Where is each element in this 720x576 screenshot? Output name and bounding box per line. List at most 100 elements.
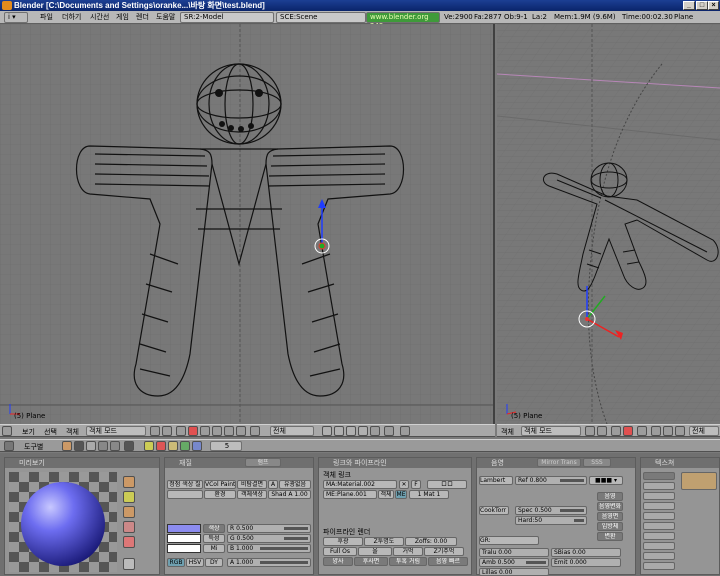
shadeless-button[interactable]: 유광없음 [279, 480, 311, 489]
draw-type-icon[interactable] [150, 426, 160, 436]
menu-game[interactable]: 게임 [116, 11, 129, 24]
toon-dropdown[interactable]: ■■■ ▾ [589, 476, 623, 485]
spec-shader-dropdown[interactable]: CookTorr [479, 506, 509, 515]
menu-help[interactable]: 도움말 [156, 11, 175, 24]
rotate-icon[interactable] [200, 426, 210, 436]
obcolor-button[interactable]: 객체색상 [237, 490, 267, 499]
link-mesh-button[interactable]: ME [395, 490, 407, 499]
mirror-swatch[interactable] [167, 544, 201, 553]
layer-1[interactable] [322, 426, 332, 436]
texture-channel-8[interactable] [643, 542, 675, 550]
menu-file[interactable]: 파일 [40, 11, 53, 24]
texture-channel-4[interactable] [643, 502, 675, 510]
menu-timeline[interactable]: 시간선 [90, 11, 109, 24]
mesh-name-field[interactable]: ME:Plane.001 [323, 490, 377, 499]
zinvert-button[interactable]: Z기주먹 [424, 547, 464, 556]
window-type-button[interactable]: i ▾ [4, 12, 28, 23]
viewport-perspective-canvas[interactable]: (5) Plane [497, 24, 720, 424]
logic-context-icon[interactable] [62, 441, 72, 451]
render-icon[interactable] [250, 426, 260, 436]
group-field[interactable]: GR: [479, 536, 539, 545]
a-button[interactable]: A [268, 480, 278, 489]
object-context-icon[interactable] [98, 441, 108, 451]
menu-render[interactable]: 렌더 [136, 11, 149, 24]
shadbuf-button[interactable]: 음영 빠르 [428, 557, 468, 566]
texture-channel-2[interactable] [643, 482, 675, 490]
menu-object-right[interactable]: 객체 [501, 426, 514, 438]
material-name-field[interactable]: MA:Material.002 [323, 480, 397, 489]
env-button[interactable]: 환경 [204, 490, 236, 499]
material-panel-tab[interactable]: 램프 [245, 458, 281, 467]
script-context-icon[interactable] [74, 441, 84, 451]
translate-icon-right[interactable] [623, 426, 633, 436]
hard-slider[interactable]: Hard:50 [515, 516, 587, 525]
blue-slider[interactable]: B 1.000 [227, 544, 311, 553]
texture-channel-9[interactable] [643, 552, 675, 560]
vcol-paint-button[interactable]: VCol Paint [204, 480, 236, 489]
no-mist-button[interactable] [167, 490, 203, 499]
snap-icon[interactable] [384, 426, 394, 436]
view-icon[interactable] [224, 426, 234, 436]
viewport-front[interactable]: (5) Plane [0, 24, 495, 424]
layer-3[interactable] [346, 426, 356, 436]
hsv-mode-button[interactable]: HSV [186, 558, 204, 567]
emit-slider[interactable]: Emit 0.000 [551, 558, 621, 567]
ztransp-button[interactable]: Z투명도 [364, 537, 404, 546]
buttons-editor-icon[interactable] [4, 441, 14, 451]
render-icon-right[interactable] [675, 426, 685, 436]
traceable-button[interactable]: 투혹 거림 [389, 557, 427, 566]
pivot-icon-right[interactable] [597, 426, 607, 436]
manipulator-toggle-icon[interactable] [176, 426, 186, 436]
green-slider[interactable]: G 0.500 [227, 534, 311, 543]
manipulator-icon-right[interactable] [611, 426, 621, 436]
full-osa-button[interactable]: Full Os [323, 547, 357, 556]
viewport-front-canvas[interactable]: (5) Plane [0, 24, 495, 424]
texture-channel-10[interactable] [643, 562, 675, 570]
texture-channel-3[interactable] [643, 492, 675, 500]
texture-channel-7[interactable] [643, 532, 675, 540]
red-slider[interactable]: R 0.500 [227, 524, 311, 533]
panels-menu[interactable]: 도구별 [24, 441, 43, 453]
menu-add[interactable]: 더하기 [62, 11, 81, 24]
shaders-option-5[interactable]: 변환 [597, 532, 623, 541]
preview-refresh-icon[interactable] [123, 558, 135, 570]
website-link[interactable]: www.blender.org 249 [366, 12, 440, 30]
link-object-button[interactable]: 객체 [378, 490, 394, 499]
menu-select[interactable]: 선택 [44, 426, 57, 438]
texture-channel-6[interactable] [643, 522, 675, 530]
vcol-light-button[interactable]: 정점 색상 칠 [167, 480, 203, 489]
lamp-tab-icon[interactable] [144, 441, 154, 451]
translate-icon[interactable] [188, 426, 198, 436]
mirror-trans-tab[interactable]: Mirror Trans [537, 458, 581, 467]
preview-sphere-icon[interactable] [123, 491, 135, 503]
tex-face-button[interactable]: 비탐결면 [237, 480, 267, 489]
strands-button[interactable]: 거먹 [393, 547, 423, 556]
alpha-slider[interactable]: A 1.000 [227, 558, 311, 567]
mode-dropdown-right[interactable]: 객체 모드 [521, 426, 581, 436]
shading-context-icon[interactable] [86, 441, 96, 451]
shad-alpha-field[interactable]: Shad A 1.00 [268, 490, 311, 499]
spe-button[interactable]: 특성 [203, 534, 225, 543]
sss-tab[interactable]: SSS [583, 458, 611, 467]
wire-button[interactable]: 올 [358, 547, 392, 556]
orientation-icon[interactable] [236, 426, 246, 436]
dy-mode-button[interactable]: DY [205, 558, 223, 567]
close-button[interactable]: × [708, 1, 719, 10]
texture-tab-icon[interactable] [168, 441, 178, 451]
menu-view[interactable]: 보기 [22, 426, 35, 438]
nodes-button[interactable]: ロロ [427, 480, 467, 489]
spec-slider[interactable]: Spec 0.500 [515, 506, 587, 515]
zoffset-field[interactable]: Zoffs: 0.00 [405, 537, 457, 546]
ref-slider[interactable]: Ref 0.800 [515, 476, 587, 485]
mir-button[interactable]: Mi [203, 544, 225, 553]
world-tab-icon[interactable] [192, 441, 202, 451]
col-button[interactable]: 색상 [203, 524, 225, 533]
menu-object[interactable]: 객체 [66, 426, 79, 438]
radio-button[interactable]: 양사 [323, 557, 353, 566]
frame-number-field[interactable]: 5 [210, 441, 242, 451]
color-swatch[interactable] [167, 524, 201, 533]
scene-context-icon[interactable] [124, 441, 134, 451]
tralu-slider[interactable]: Tralu 0.00 [479, 548, 549, 557]
shaders-option-4[interactable]: 입방체 [597, 522, 623, 531]
unlink-button[interactable]: ✕ [399, 480, 409, 489]
